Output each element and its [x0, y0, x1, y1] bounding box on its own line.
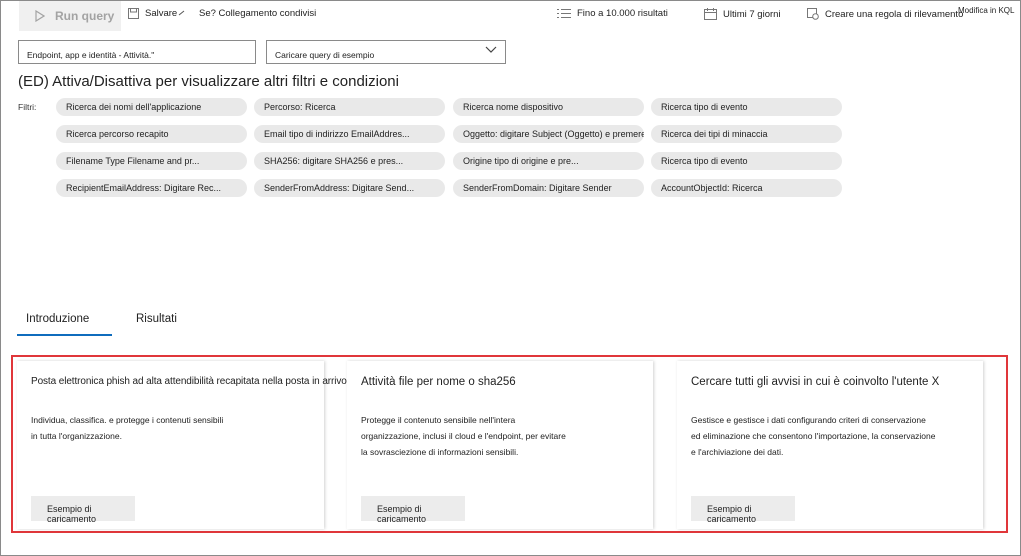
time-range-label: Ultimi 7 giorni — [723, 8, 781, 20]
play-icon — [35, 10, 45, 22]
filter-chip[interactable]: Percorso: Ricerca — [254, 98, 445, 116]
card-description: Gestisce e gestisce i dati configurando … — [691, 412, 936, 460]
toolbar: Run query Salvare Se? Collegamento condi… — [0, 0, 1021, 32]
save-label: Salvare — [145, 8, 178, 19]
run-query-button[interactable]: Run query — [19, 1, 121, 31]
card-description-line: organizzazione, inclusi il cloud e l'end… — [361, 431, 566, 441]
filter-chip[interactable]: RecipientEmailAddress: Digitare Rec... — [56, 179, 247, 197]
filters-toggle[interactable]: (ED) Attiva/Disattiva per visualizzare a… — [18, 73, 399, 90]
card-description-line: in tutta l'organizzazione. — [31, 431, 122, 441]
sample-card: Posta elettronica phish ad alta attendib… — [17, 361, 347, 529]
filter-chip[interactable]: Filename Type Filename and pr... — [56, 152, 247, 170]
list-icon — [557, 9, 571, 18]
calendar-icon — [704, 8, 717, 20]
active-tab-indicator — [17, 334, 112, 336]
filter-chip[interactable]: Ricerca dei nomi dell'applicazione — [56, 98, 247, 116]
sample-card: Cercare tutti gli avvisi in cui è coinvo… — [677, 361, 983, 529]
card-description-line: Individua, classifica. e protegge i cont… — [31, 415, 224, 425]
filter-chip[interactable]: SenderFromAddress: Digitare Send... — [254, 179, 445, 197]
save-icon — [128, 8, 139, 19]
card-description-line: e l'archiviazione dei dati. — [691, 447, 784, 457]
card-description: Individua, classifica. e protegge i cont… — [31, 412, 223, 444]
filter-chip[interactable]: SHA256: digitare SHA256 e pres... — [254, 152, 445, 170]
share-link-button[interactable]: Se? Collegamento condivisi — [199, 8, 316, 19]
filters-label: Filtri: — [18, 102, 37, 112]
filter-chip[interactable]: Origine tipo di origine e pre... — [453, 152, 644, 170]
card-description: Protegge il contenuto sensibile nell'int… — [361, 412, 566, 460]
sample-query-select-value: Caricare query di esempio — [275, 50, 375, 60]
save-button[interactable]: Salvare — [128, 8, 192, 19]
filter-chip[interactable]: Ricerca nome dispositivo — [453, 98, 644, 116]
card-title: Posta elettronica phish ad alta attendib… — [31, 376, 347, 387]
filter-chip[interactable]: Ricerca tipo di evento — [651, 98, 842, 116]
schema-select-value: Endpoint, app e identità - Attività." — [27, 50, 155, 60]
card-description-line: Protegge il contenuto sensibile nell'int… — [361, 415, 516, 425]
share-link-label: Se? Collegamento condivisi — [199, 8, 317, 19]
edit-kql-label: Modifica in KQL — [958, 6, 1015, 15]
sample-card: Attività file per nome o sha256 Protegge… — [347, 361, 653, 529]
card-description-line: ed eliminazione che consentono l'importa… — [691, 431, 936, 441]
filter-chip[interactable]: Email tipo di indirizzo EmailAddres... — [254, 125, 445, 143]
load-sample-button[interactable]: Esempio di caricamento — [31, 496, 135, 524]
card-description-line: la sovrasciezione di informazioni sensib… — [361, 447, 519, 457]
card-title: Cercare tutti gli avvisi in cui è coinvo… — [691, 376, 940, 388]
card-description-line: Gestisce e gestisce i dati configurando … — [691, 415, 926, 425]
chevron-down-icon — [485, 46, 497, 53]
filter-chip[interactable]: Ricerca percorso recapito — [56, 125, 247, 143]
run-query-label: Run query — [55, 9, 115, 23]
results-limit-button[interactable]: Fino a 10.000 risultati — [557, 8, 668, 19]
filter-chip[interactable]: AccountObjectId: Ricerca — [651, 179, 842, 197]
edit-kql-button[interactable]: Modifica in KQL — [958, 6, 1014, 15]
filter-chip[interactable]: Oggetto: digitare Subject (Oggetto) e pr… — [453, 125, 644, 143]
sample-query-select[interactable]: Caricare query di esempio — [266, 40, 506, 64]
tab-results[interactable]: Risultati — [136, 313, 177, 325]
detection-rule-label: Creare una regola di rilevamento — [825, 8, 964, 20]
filter-chip[interactable]: SenderFromDomain: Digitare Sender — [453, 179, 644, 197]
schema-select[interactable]: Endpoint, app e identità - Attività." — [18, 40, 256, 64]
results-limit-label: Fino a 10.000 risultati — [577, 8, 668, 19]
detection-rule-icon — [807, 8, 819, 20]
load-sample-button[interactable]: Esempio di caricamento — [361, 496, 465, 524]
detection-rule-button[interactable]: Creare una regola di rilevamento — [807, 8, 963, 20]
filter-chip[interactable]: Ricerca tipo di evento — [651, 152, 842, 170]
card-title: Attività file per nome o sha256 — [361, 376, 516, 388]
load-sample-button[interactable]: Esempio di caricamento — [691, 496, 795, 524]
chevron-down-icon — [178, 10, 185, 15]
tab-introduction[interactable]: Introduzione — [26, 313, 89, 325]
time-range-button[interactable]: Ultimi 7 giorni — [704, 8, 781, 20]
filter-chip[interactable]: Ricerca dei tipi di minaccia — [651, 125, 842, 143]
